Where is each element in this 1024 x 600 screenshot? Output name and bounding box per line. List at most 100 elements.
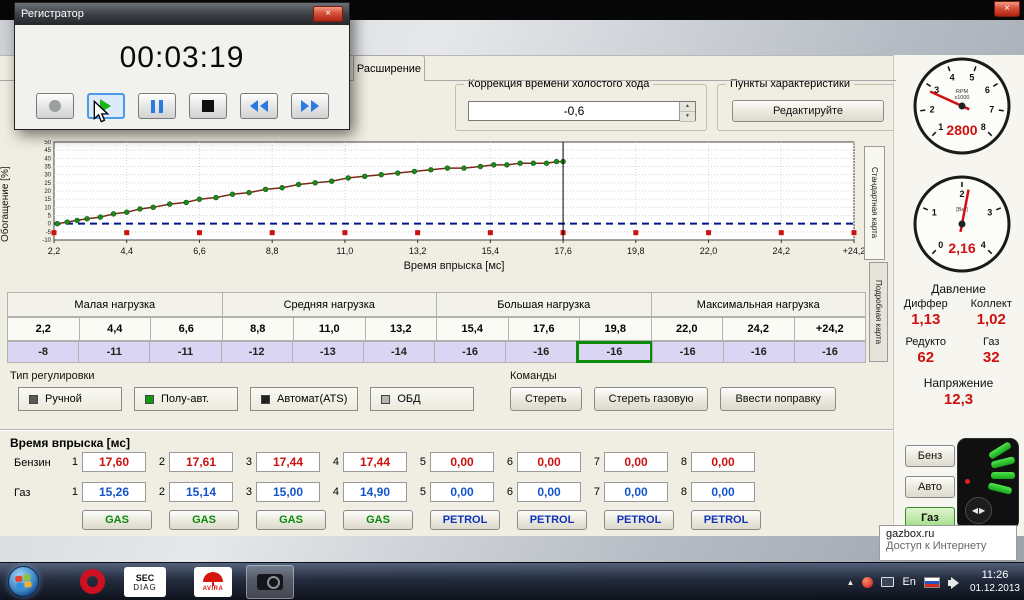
injection-unit: 6 0,00 (499, 482, 586, 502)
recorder-titlebar[interactable]: Регистратор × (15, 3, 349, 25)
temp-values-row: 62 32 (893, 349, 1024, 366)
svg-text:50: 50 (44, 140, 51, 146)
injection-unit: 3 15,00 (238, 482, 325, 502)
fuel-channel-button[interactable]: GAS (169, 510, 239, 530)
tray-app-icon[interactable] (862, 576, 874, 588)
taskbar: SEC DIAG AVIRA ▲ En 11:26 01.12.2013 (0, 562, 1024, 600)
regulation-option[interactable]: ОБД (370, 387, 475, 411)
load-column-cell[interactable]: 6,6 (150, 317, 223, 341)
command-button[interactable]: Стереть газовую (593, 387, 709, 411)
load-column-cell[interactable]: 24,2 (722, 317, 795, 341)
load-value-cell[interactable]: -8 (7, 341, 80, 363)
enrichment-chart[interactable]: -10 -5 0 5 10 15 20 25 30 35 40 45 50 2,2 4,4 6,6 8,8 11,… (14, 140, 866, 272)
fuel-mode-button[interactable]: Авто (905, 476, 955, 498)
fuel-channel-button[interactable]: GAS (82, 510, 152, 530)
record-button[interactable] (35, 93, 74, 119)
fuel-mode-button[interactable]: Бенз (905, 445, 955, 467)
load-column-cell[interactable]: 17,6 (507, 317, 580, 341)
petrol-row-values: 1 17,60 2 17,61 3 17,44 4 17,44 5 0,00 6 0,00 7 0,00 8… (64, 452, 760, 472)
load-column-cell[interactable]: 15,4 (436, 317, 509, 341)
stop-icon (201, 100, 214, 112)
recorder-close-icon[interactable]: × (313, 6, 343, 22)
section-divider (0, 429, 896, 431)
fuel-switch-button[interactable]: ◀ ▶ (965, 497, 992, 524)
svg-text:10: 10 (44, 205, 51, 211)
regulation-option[interactable]: Полу-авт. (134, 387, 238, 411)
svg-text:2,2: 2,2 (48, 246, 61, 256)
injection-value: 0,00 (430, 452, 494, 472)
svg-text:Время впрыска [мс]: Время впрыска [мс] (404, 260, 505, 272)
svg-text:25: 25 (44, 181, 51, 187)
pressure-values-row: 1,13 1,02 (893, 311, 1024, 328)
load-value-cell[interactable]: -11 (149, 341, 222, 363)
avira-taskbar-icon[interactable]: AVIRA (194, 567, 232, 597)
load-value-cell[interactable]: -16 (576, 341, 653, 363)
gas-level-indicator[interactable]: ◀ ▶ (957, 438, 1019, 530)
svg-text:8: 8 (981, 122, 986, 132)
load-column-cell[interactable]: +24,2 (793, 317, 866, 341)
tray-date: 01.12.2013 (969, 582, 1020, 594)
regulation-indicator-icon (145, 394, 154, 404)
load-column-cell[interactable]: 8,8 (221, 317, 294, 341)
start-button[interactable] (8, 566, 39, 597)
tray-clock[interactable]: 11:26 01.12.2013 (970, 569, 1020, 595)
load-column-cell[interactable]: 4,4 (78, 317, 151, 341)
load-value-cell[interactable]: -16 (651, 341, 724, 363)
load-value-cell[interactable]: -12 (220, 341, 293, 363)
secdiag-taskbar-icon[interactable]: SEC DIAG (124, 567, 166, 597)
voltage-value: 12,3 (943, 391, 974, 408)
rewind-icon (259, 100, 268, 112)
fuel-channel-button[interactable]: PETROL (691, 510, 761, 530)
network-icon[interactable] (881, 577, 895, 587)
camera-app-taskbar-button[interactable] (246, 565, 294, 599)
load-value-cell[interactable]: -16 (505, 341, 578, 363)
rewind-button[interactable] (239, 93, 278, 119)
volume-icon[interactable] (947, 576, 962, 589)
temp-labels-row: Редукто Газ (893, 336, 1024, 348)
secdiag-label-1: SEC (135, 572, 155, 583)
command-button[interactable]: Ввести поправку (720, 387, 836, 411)
idle-correction-spinner[interactable]: -0,6 ▲ ▼ (468, 101, 696, 122)
fuel-channel-button[interactable]: PETROL (430, 510, 500, 530)
opera-taskbar-icon[interactable] (80, 569, 105, 594)
rpm-gauge: 1234 5678RPMx10002800 (913, 57, 1011, 155)
load-value-cell[interactable]: -16 (434, 341, 507, 363)
fuel-channel-button[interactable]: GAS (343, 510, 413, 530)
spinner-down-icon[interactable]: ▼ (680, 112, 695, 122)
svg-text:3: 3 (987, 208, 992, 218)
forward-button[interactable] (290, 93, 329, 119)
close-window-icon[interactable]: × (994, 1, 1020, 17)
stop-button[interactable] (188, 93, 227, 119)
side-tab-detailed-map[interactable]: Подробная карта (869, 262, 888, 362)
load-value-cell[interactable]: -11 (78, 341, 151, 363)
fuel-channel-button[interactable]: PETROL (517, 510, 587, 530)
svg-text:2800: 2800 (946, 122, 977, 138)
load-value-cell[interactable]: -16 (722, 341, 795, 363)
load-column-cell[interactable]: 2,2 (7, 317, 80, 341)
load-value-cell[interactable]: -14 (362, 341, 436, 363)
fuel-channel-button[interactable]: PETROL (604, 510, 674, 530)
load-table-value-row: -8 -11 -11 -12 -13 -14 -16 -16 -16 -16 -16 -16 (7, 341, 867, 363)
load-value-cell[interactable]: -13 (291, 341, 364, 363)
camera-icon (257, 574, 283, 590)
keyboard-flag-icon[interactable] (923, 576, 940, 588)
fuel-channel-button[interactable]: GAS (256, 510, 326, 530)
tray-expand-icon[interactable]: ▲ (847, 578, 855, 587)
side-tab-standard-map[interactable]: Стандартная карта (864, 146, 885, 260)
load-column-cell[interactable]: 19,8 (579, 317, 652, 341)
spinner-up-icon[interactable]: ▲ (680, 102, 695, 112)
tab-extension[interactable]: Расширение (353, 55, 425, 81)
load-value-cell[interactable]: -16 (793, 341, 867, 363)
load-column-cell[interactable]: 11,0 (293, 317, 366, 341)
regulation-option[interactable]: Автомат(ATS) (250, 387, 359, 411)
svg-text:11,0: 11,0 (336, 246, 353, 256)
svg-text:15: 15 (44, 197, 51, 203)
language-indicator[interactable]: En (902, 576, 915, 588)
load-column-cell[interactable]: 13,2 (364, 317, 437, 341)
command-button[interactable]: Стереть (510, 387, 582, 411)
load-header-cell: Средняя нагрузка (221, 292, 437, 317)
pause-button[interactable] (137, 93, 176, 119)
regulation-option[interactable]: Ручной (18, 387, 122, 411)
edit-button[interactable]: Редактируйте (732, 100, 884, 122)
load-column-cell[interactable]: 22,0 (650, 317, 723, 341)
